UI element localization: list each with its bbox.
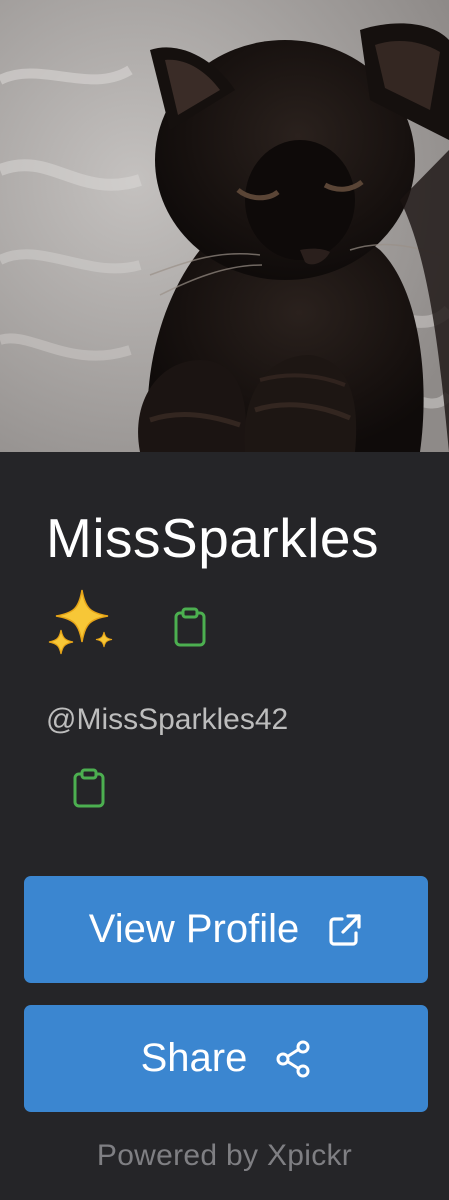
- cat-photo-image: [0, 0, 449, 452]
- powered-by-footer: Powered by Xpickr: [96, 1139, 353, 1172]
- profile-photo: [0, 0, 449, 452]
- copy-name-clipboard-icon[interactable]: [173, 607, 207, 647]
- external-link-icon: [329, 913, 361, 946]
- share-icon: [276, 1040, 310, 1077]
- user-handle: @MissSparkles42: [46, 703, 289, 736]
- copy-handle-clipboard-icon[interactable]: [72, 768, 106, 808]
- share-button[interactable]: Share: [24, 1005, 428, 1112]
- sparkles-icon: [48, 589, 113, 655]
- view-profile-label: View Profile: [88, 907, 300, 951]
- share-label: Share: [140, 1036, 248, 1080]
- view-profile-button[interactable]: View Profile: [24, 876, 428, 983]
- display-name: MissSparkles: [46, 507, 380, 569]
- profile-card: MissSparkles @MissSparkles42 View Profil…: [0, 0, 449, 1200]
